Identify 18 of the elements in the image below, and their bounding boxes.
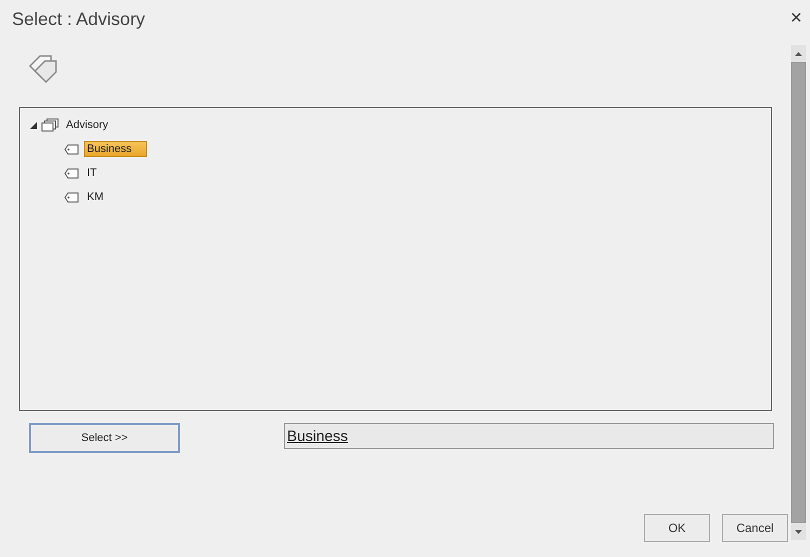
tag-icon <box>64 192 80 202</box>
scroll-down-icon[interactable] <box>795 530 802 534</box>
tree-item[interactable]: Business <box>84 141 147 157</box>
scrollbar[interactable] <box>791 45 806 540</box>
window-title: Select : Advisory <box>12 9 146 30</box>
tree-item[interactable]: Advisory <box>63 117 124 133</box>
tag-icon <box>64 168 80 178</box>
tree-item[interactable]: IT <box>84 165 112 181</box>
stacked-folders-icon <box>41 118 59 132</box>
close-button[interactable]: × <box>788 9 804 27</box>
selection-field[interactable]: Business <box>284 423 774 449</box>
tree-item[interactable]: KM <box>84 189 118 205</box>
ok-button[interactable]: OK <box>644 514 710 542</box>
expand-triangle-icon[interactable] <box>30 122 37 128</box>
scroll-up-icon[interactable] <box>795 52 802 56</box>
tag-icon <box>64 144 80 154</box>
select-button[interactable]: Select >> <box>29 423 180 453</box>
cancel-button[interactable]: Cancel <box>722 514 788 542</box>
